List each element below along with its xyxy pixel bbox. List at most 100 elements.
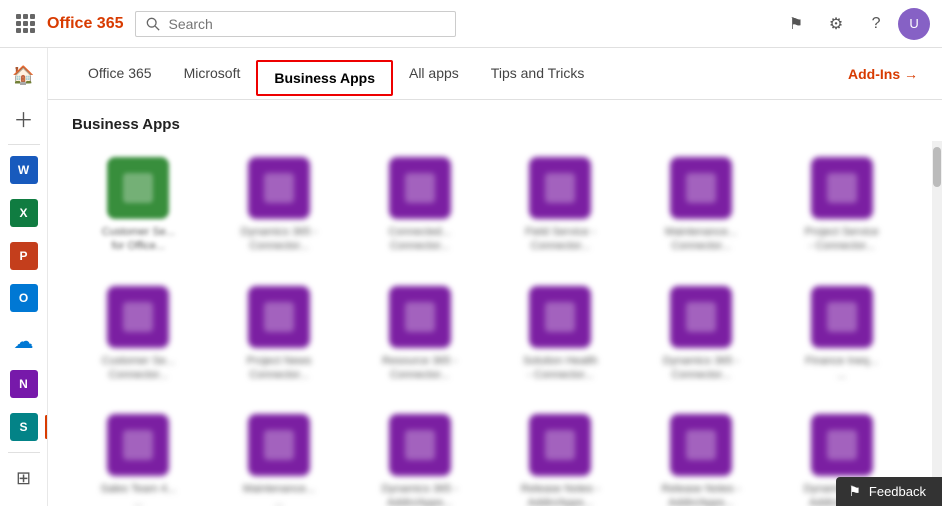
sidebar-item-word[interactable]: W [4, 151, 44, 190]
section-title: Business Apps [48, 100, 942, 141]
apps-container: Customer Se... for Office... Dynamics 365… [48, 141, 942, 506]
excel-icon: X [10, 199, 38, 227]
app-name: Dynamics 365 - Connector... [661, 354, 741, 383]
app-tile[interactable]: Dynamics 365 - Connector... [635, 278, 768, 391]
scrollbar[interactable] [932, 141, 942, 506]
app-name: Dynamics 365 - Connector... [239, 225, 319, 254]
app-tile[interactable]: Field Service - Connector... [494, 149, 627, 262]
app-icon-box [389, 286, 451, 348]
settings-button[interactable]: ⚙ [818, 6, 854, 42]
tab-microsoft[interactable]: Microsoft [168, 48, 257, 100]
app-name: Maintenance... Connector... [661, 225, 741, 254]
feedback-button[interactable]: ⚑ Feedback [836, 477, 942, 506]
sharepoint-icon: S [10, 413, 38, 441]
topbar: Office 365 ⚑ ⚙ ? U [0, 0, 942, 48]
sidebar: 🏠 ＋ W X P O ☁ N S ⊞ [0, 48, 48, 506]
help-button[interactable]: ? [858, 6, 894, 42]
main-layout: 🏠 ＋ W X P O ☁ N S ⊞ [0, 48, 942, 506]
feedback-icon: ⚑ [848, 483, 861, 500]
feedback-label: Feedback [869, 484, 926, 499]
apps-grid: Customer Se... for Office... Dynamics 365… [72, 149, 908, 506]
app-tile[interactable]: Project Service - Connector... [775, 149, 908, 262]
app-tile[interactable]: Dynamics 365 - Connector... [213, 149, 346, 262]
app-icon-box [248, 414, 310, 476]
tab-business-apps[interactable]: Business Apps [256, 60, 393, 96]
content-area: Office 365 Microsoft Business Apps All a… [48, 48, 942, 506]
app-icon-box [107, 414, 169, 476]
app-tile[interactable]: Finance Ineq... ... [775, 278, 908, 391]
flag-button[interactable]: ⚑ [778, 6, 814, 42]
app-name: Release Notes - Addin/Apps... [520, 482, 600, 506]
app-name: Project News Connector... [239, 354, 319, 383]
app-icon-box [529, 286, 591, 348]
app-tile[interactable]: Solution Health - Connector... [494, 278, 627, 391]
sidebar-item-allapps[interactable]: ⊞ [4, 459, 44, 498]
topbar-actions: ⚑ ⚙ ? U [778, 6, 930, 42]
app-tile[interactable]: Maintenance... Connector... [635, 149, 768, 262]
sidebar-item-home[interactable]: 🏠 [4, 56, 44, 95]
app-tile[interactable]: Dynamics 365 - Addin/Apps... [353, 406, 486, 506]
app-icon-box [529, 414, 591, 476]
sidebar-item-outlook[interactable]: O [4, 279, 44, 318]
tab-tips-and-tricks[interactable]: Tips and Tricks [475, 48, 601, 100]
add-ins-link[interactable]: Add-Ins → [848, 66, 918, 82]
app-icon-box [529, 157, 591, 219]
avatar[interactable]: U [898, 8, 930, 40]
app-tile[interactable]: Release Notes - Addin/Apps... [635, 406, 768, 506]
app-icon-box [107, 286, 169, 348]
sidebar-item-onenote[interactable]: N [4, 365, 44, 404]
outlook-icon: O [10, 284, 38, 312]
scroll-thumb[interactable] [933, 147, 941, 187]
sidebar-divider-2 [8, 452, 40, 453]
app-tile[interactable]: Project News Connector... [213, 278, 346, 391]
app-icon-box [670, 286, 732, 348]
allapps-icon: ⊞ [16, 468, 31, 489]
app-name: Sales Team 4... ... [98, 482, 178, 506]
plus-icon: ＋ [14, 104, 34, 133]
app-tile[interactable]: Resource 365 - Connector... [353, 278, 486, 391]
app-tile[interactable]: Release Notes - Addin/Apps... [494, 406, 627, 506]
app-title: Office 365 [47, 15, 123, 33]
app-icon-box [389, 157, 451, 219]
app-name: Resource 365 - Connector... [380, 354, 460, 383]
search-input[interactable] [168, 16, 444, 32]
app-tile[interactable]: Customer Se... for Office... [72, 149, 205, 262]
app-name: Dynamics 365 - Addin/Apps... [380, 482, 460, 506]
app-tile[interactable]: Maintenance... ... [213, 406, 346, 506]
tab-all-apps[interactable]: All apps [393, 48, 475, 100]
nav-tabs: Office 365 Microsoft Business Apps All a… [48, 48, 942, 100]
word-icon: W [10, 156, 38, 184]
waffle-menu[interactable] [12, 10, 39, 37]
search-box[interactable] [135, 11, 455, 37]
app-name: Project Service - Connector... [802, 225, 882, 254]
sidebar-item-excel[interactable]: X [4, 193, 44, 232]
app-name: Customer Se... for Office... [98, 225, 178, 254]
app-name: Finance Ineq... ... [802, 354, 882, 383]
sidebar-item-powerpoint[interactable]: P [4, 236, 44, 275]
topbar-logo: Office 365 [12, 10, 123, 37]
app-name: Field Service - Connector... [520, 225, 600, 254]
app-icon-box [811, 414, 873, 476]
app-tile[interactable]: Customer Se... Connector... [72, 278, 205, 391]
app-icon-box [811, 286, 873, 348]
apps-scroll[interactable]: Customer Se... for Office... Dynamics 365… [48, 141, 932, 506]
app-icon-box [670, 414, 732, 476]
search-icon [146, 17, 160, 31]
onenote-icon: N [10, 370, 38, 398]
app-icon-box [811, 157, 873, 219]
app-icon-box [107, 157, 169, 219]
tab-office365[interactable]: Office 365 [72, 48, 168, 100]
app-name: Maintenance... ... [239, 482, 319, 506]
home-icon: 🏠 [12, 65, 34, 86]
sidebar-item-sharepoint[interactable]: S [4, 407, 44, 446]
app-name: Customer Se... Connector... [98, 354, 178, 383]
app-tile[interactable]: Connected... Connector... [353, 149, 486, 262]
sidebar-divider [8, 144, 40, 145]
app-name: Release Notes - Addin/Apps... [661, 482, 741, 506]
app-icon-box [389, 414, 451, 476]
app-tile[interactable]: Sales Team 4... ... [72, 406, 205, 506]
app-icon-box [670, 157, 732, 219]
app-name: Connected... Connector... [380, 225, 460, 254]
sidebar-item-onedrive[interactable]: ☁ [4, 322, 44, 361]
sidebar-item-add[interactable]: ＋ [4, 99, 44, 138]
